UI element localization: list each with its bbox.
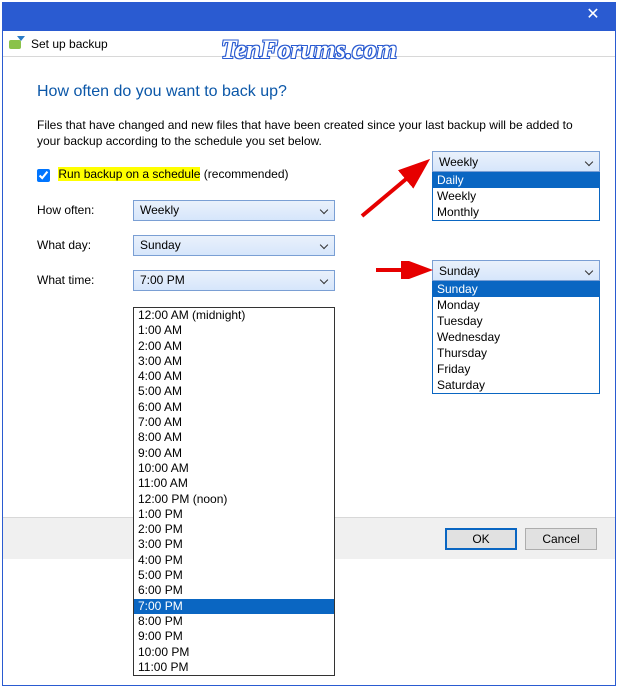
frequency-popup-combobox[interactable]: Weekly	[432, 151, 600, 172]
what-day-label: What day:	[37, 238, 133, 252]
cancel-button[interactable]: Cancel	[525, 528, 597, 550]
list-item[interactable]: 11:00 PM	[134, 660, 334, 675]
schedule-checkbox-label: Run backup on a schedule	[58, 167, 200, 181]
what-time-value: 7:00 PM	[140, 273, 185, 287]
time-dropdown-list[interactable]: 12:00 AM (midnight)1:00 AM2:00 AM3:00 AM…	[133, 307, 335, 676]
list-item[interactable]: 12:00 PM (noon)	[134, 492, 334, 507]
description-text: Files that have changed and new files th…	[37, 117, 581, 149]
schedule-checkbox[interactable]	[37, 169, 50, 182]
backup-icon	[9, 36, 25, 52]
titlebar[interactable]: ✕	[3, 3, 615, 31]
list-item[interactable]: 1:00 PM	[134, 507, 334, 522]
close-button[interactable]: ✕	[571, 3, 615, 31]
list-item[interactable]: 5:00 AM	[134, 384, 334, 399]
chevron-down-icon	[320, 206, 330, 214]
day-popup-combobox[interactable]: Sunday	[432, 260, 600, 281]
list-item[interactable]: 9:00 PM	[134, 629, 334, 644]
what-time-combobox[interactable]: 7:00 PM	[133, 270, 335, 291]
list-item[interactable]: 9:00 AM	[134, 446, 334, 461]
how-often-value: Weekly	[140, 203, 179, 217]
list-item[interactable]: 8:00 AM	[134, 430, 334, 445]
list-item[interactable]: 4:00 PM	[134, 553, 334, 568]
list-item[interactable]: 8:00 PM	[134, 614, 334, 629]
frequency-popup-list[interactable]: DailyWeeklyMonthly	[432, 172, 600, 221]
how-often-combobox[interactable]: Weekly	[133, 200, 335, 221]
page-title: Set up backup	[31, 37, 108, 51]
page-header: Set up backup	[3, 31, 615, 57]
list-item[interactable]: 11:00 AM	[134, 476, 334, 491]
what-time-label: What time:	[37, 273, 133, 287]
main-heading: How often do you want to back up?	[37, 83, 581, 101]
list-item[interactable]: 12:00 AM (midnight)	[134, 308, 334, 323]
list-item[interactable]: 6:00 PM	[134, 583, 334, 598]
list-item[interactable]: 3:00 PM	[134, 537, 334, 552]
list-item[interactable]: Thursday	[433, 345, 599, 361]
list-item[interactable]: Friday	[433, 361, 599, 377]
schedule-checkbox-suffix: (recommended)	[200, 167, 288, 181]
list-item[interactable]: Monday	[433, 297, 599, 313]
list-item[interactable]: 3:00 AM	[134, 354, 334, 369]
list-item[interactable]: Daily	[433, 172, 599, 188]
list-item[interactable]: 6:00 AM	[134, 400, 334, 415]
list-item[interactable]: Wednesday	[433, 329, 599, 345]
list-item[interactable]: Weekly	[433, 188, 599, 204]
day-popup-value: Sunday	[439, 264, 480, 278]
list-item[interactable]: Sunday	[433, 281, 599, 297]
day-popup: Sunday SundayMondayTuesdayWednesdayThurs…	[432, 260, 600, 394]
list-item[interactable]: 4:00 AM	[134, 369, 334, 384]
list-item[interactable]: 2:00 PM	[134, 522, 334, 537]
list-item[interactable]: Saturday	[433, 377, 599, 393]
list-item[interactable]: Monthly	[433, 204, 599, 220]
list-item[interactable]: 10:00 AM	[134, 461, 334, 476]
list-item[interactable]: 5:00 PM	[134, 568, 334, 583]
list-item[interactable]: 10:00 PM	[134, 645, 334, 660]
how-often-label: How often:	[37, 203, 133, 217]
chevron-down-icon	[585, 158, 595, 166]
list-item[interactable]: 2:00 AM	[134, 339, 334, 354]
list-item[interactable]: 1:00 AM	[134, 323, 334, 338]
day-popup-list[interactable]: SundayMondayTuesdayWednesdayThursdayFrid…	[432, 281, 600, 394]
list-item[interactable]: Tuesday	[433, 313, 599, 329]
frequency-popup-value: Weekly	[439, 155, 478, 169]
chevron-down-icon	[320, 276, 330, 284]
what-day-value: Sunday	[140, 238, 181, 252]
list-item[interactable]: 7:00 AM	[134, 415, 334, 430]
chevron-down-icon	[320, 241, 330, 249]
chevron-down-icon	[585, 267, 595, 275]
ok-button[interactable]: OK	[445, 528, 517, 550]
frequency-popup: Weekly DailyWeeklyMonthly	[432, 151, 600, 221]
list-item[interactable]: 7:00 PM	[134, 599, 334, 614]
dialog-window: ✕ Set up backup TenForums.com How often …	[2, 2, 616, 686]
what-day-combobox[interactable]: Sunday	[133, 235, 335, 256]
